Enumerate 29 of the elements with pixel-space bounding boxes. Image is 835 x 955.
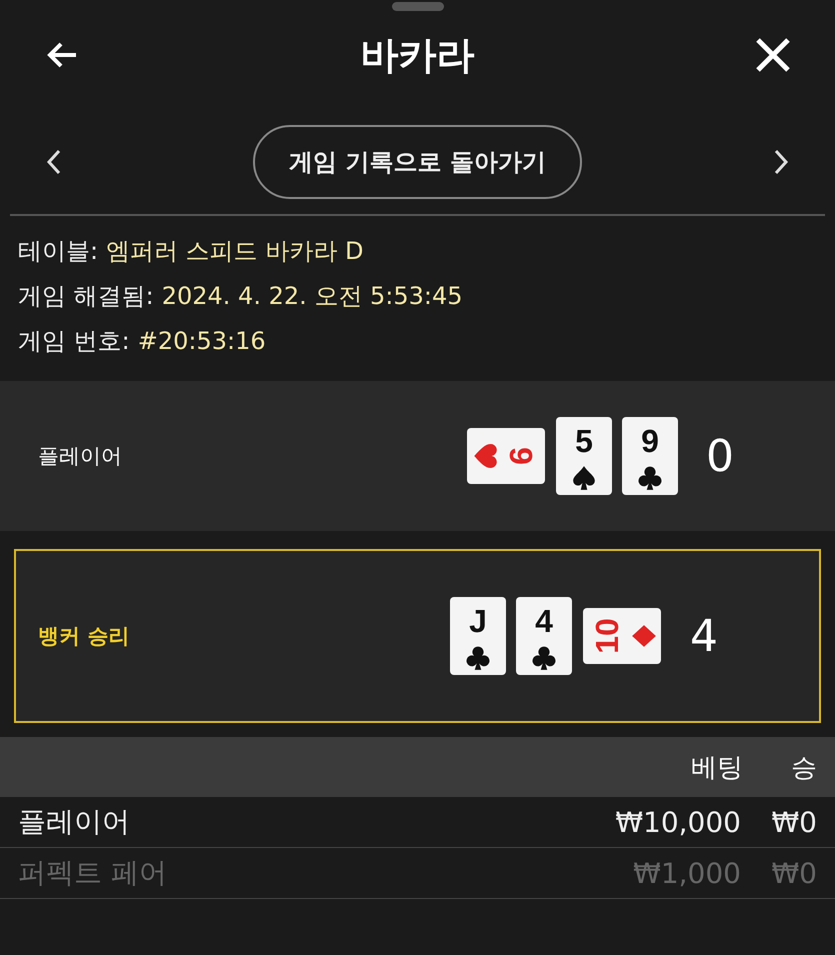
back-to-history-button[interactable]: 게임 기록으로 돌아가기 [253,125,582,199]
next-chevron-icon[interactable] [773,149,789,175]
playing-card: 9 [622,417,678,495]
win-amount: ₩0 [770,806,817,838]
column-header: 승 [791,752,817,784]
info-label: 게임 번호: [18,326,130,356]
bet-name: 플레이어 [18,804,131,840]
hand-score: 0 [705,430,735,482]
hand-label: 뱅커 승리 [38,623,130,650]
win-amount: ₩0 [770,856,817,890]
playing-card: 9 [467,428,545,484]
info-label: 게임 해결됨: [18,280,154,312]
hand-label: 플레이어 [37,443,123,470]
info-label: 테이블: [18,236,98,266]
previous-chevron-icon[interactable] [46,149,62,175]
info-value: 엠퍼러 스피드 바카라 D [106,236,364,266]
column-header: 베팅 [691,752,743,784]
hand-score: 4 [689,610,719,662]
bet-name: 퍼펙트 페어 [18,855,168,891]
bet-amount: ₩1,000 [633,856,741,890]
drag-handle[interactable] [392,2,444,11]
info-value: #20:53:16 [138,326,266,354]
playing-card: J [450,597,506,675]
playing-card: 5 [556,417,612,495]
playing-card: 4 [516,597,572,675]
bet-amount: ₩10,000 [615,806,741,838]
window-title: 바카라 [360,32,474,78]
playing-card: 10 [583,608,661,664]
info-value: 2024. 4. 22. 오전 5:53:45 [162,280,463,312]
